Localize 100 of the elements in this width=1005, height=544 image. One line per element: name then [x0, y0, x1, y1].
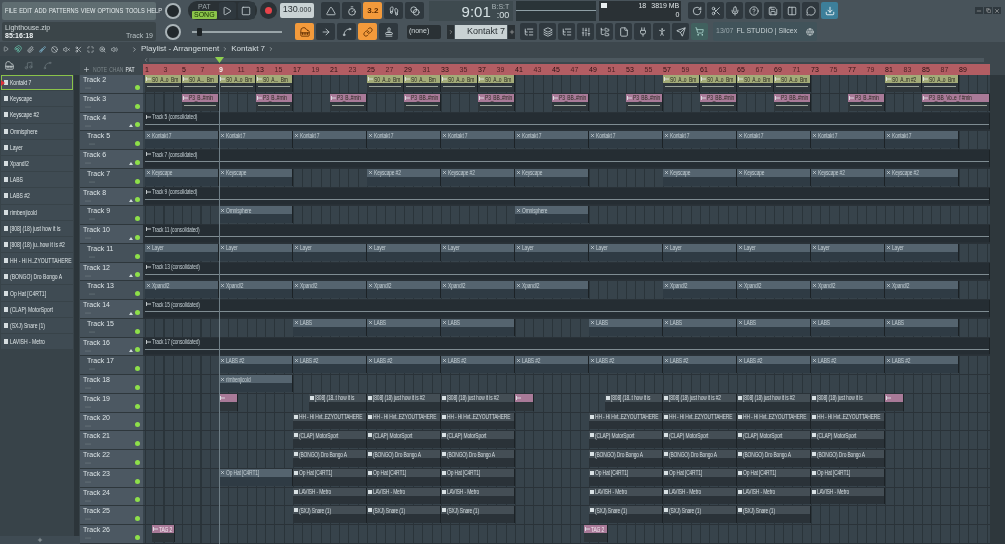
channel-icon: [4, 322, 8, 328]
track-led[interactable]: [135, 103, 140, 109]
list-button[interactable]: [558, 23, 575, 40]
help-button[interactable]: [745, 2, 763, 19]
track-led[interactable]: [135, 328, 140, 334]
metronome-toggle[interactable]: [321, 2, 341, 19]
blend-toggle[interactable]: [405, 2, 425, 19]
track-led[interactable]: [135, 197, 140, 203]
group-triangle-icon[interactable]: [129, 236, 133, 240]
group-triangle-icon[interactable]: [129, 199, 133, 203]
stamp-icon: [383, 26, 394, 37]
mixer-button[interactable]: [577, 23, 594, 40]
channel-icon: [590, 489, 594, 494]
track-led[interactable]: [135, 384, 140, 390]
piano-icon[interactable]: [5, 61, 14, 70]
track-led[interactable]: [135, 516, 140, 521]
mute-icon[interactable]: [63, 45, 70, 53]
track-led[interactable]: [135, 253, 140, 259]
plug-button[interactable]: [634, 23, 651, 40]
caret-icon: [222, 46, 229, 52]
magnet-icon[interactable]: [14, 45, 22, 53]
vertical-scrollbar[interactable]: [990, 75, 1005, 544]
track-led[interactable]: [135, 122, 140, 128]
add-track-icon[interactable]: [83, 66, 90, 73]
file-button[interactable]: [615, 23, 632, 40]
arrow-toggle[interactable]: [316, 23, 335, 40]
knob[interactable]: [165, 2, 181, 19]
download-button[interactable]: [821, 2, 839, 19]
channel-icon: [442, 414, 446, 419]
track-led[interactable]: [135, 234, 140, 240]
microphone-button[interactable]: [726, 2, 744, 19]
countdown-toggle[interactable]: 3.2: [363, 2, 383, 19]
cross-icon: [738, 320, 743, 326]
curve-icon: [341, 26, 352, 37]
layers-button[interactable]: [539, 23, 556, 40]
send-button[interactable]: [672, 23, 689, 40]
cross-icon: [664, 357, 669, 363]
track-led[interactable]: [135, 422, 140, 428]
folder-tree-button[interactable]: [596, 23, 613, 40]
track-led[interactable]: [135, 478, 140, 484]
knob[interactable]: [165, 23, 181, 40]
play-button[interactable]: [218, 2, 236, 19]
piano-keys-toggle[interactable]: [295, 23, 314, 40]
track-led[interactable]: [135, 534, 140, 540]
shop-button[interactable]: [691, 23, 708, 40]
paperclip-icon[interactable]: [27, 45, 34, 53]
track-led[interactable]: [135, 309, 140, 315]
cross-icon: [220, 282, 225, 288]
stop-button[interactable]: [237, 2, 255, 19]
track-led[interactable]: [135, 459, 140, 465]
cart-icon: [695, 27, 704, 36]
track-led[interactable]: [135, 403, 140, 409]
group-triangle-icon[interactable]: [129, 274, 133, 278]
ban-icon[interactable]: [51, 45, 58, 53]
zoom-icon[interactable]: [99, 45, 106, 53]
group-triangle-icon[interactable]: [129, 311, 133, 315]
track-led[interactable]: [135, 84, 140, 90]
track-led[interactable]: [135, 216, 140, 221]
record-button[interactable]: [259, 2, 277, 19]
add-pattern-button[interactable]: [508, 24, 515, 39]
cross-icon: [368, 282, 373, 288]
cross-icon: [738, 282, 743, 288]
master-pitch-slider[interactable]: [192, 27, 282, 36]
track-led[interactable]: [135, 441, 140, 446]
timer-toggle[interactable]: [342, 2, 362, 19]
cross-icon: [812, 357, 817, 363]
cross-icon: [220, 207, 225, 213]
save-button[interactable]: [764, 2, 782, 19]
track-led[interactable]: [135, 366, 140, 371]
scrollbar[interactable]: [74, 75, 79, 536]
chat-icon: [805, 5, 816, 16]
footprints-toggle[interactable]: [384, 2, 404, 19]
chat-button[interactable]: [802, 2, 820, 19]
track-led[interactable]: [135, 141, 140, 146]
person-button[interactable]: [653, 23, 670, 40]
restore-button[interactable]: [984, 7, 992, 14]
track-led[interactable]: [135, 272, 140, 278]
pattern-selector[interactable]: Kontakt 7: [455, 24, 507, 39]
group-triangle-icon[interactable]: [129, 124, 133, 128]
close-button[interactable]: [993, 7, 1001, 14]
timer-icon: [346, 5, 357, 16]
stamp-toggle[interactable]: [379, 23, 398, 40]
slider-thumb[interactable]: [197, 27, 203, 36]
group-triangle-icon[interactable]: [129, 161, 133, 165]
curve-toggle[interactable]: [337, 23, 356, 40]
microphone-icon: [729, 5, 740, 16]
scissors-button[interactable]: [707, 2, 725, 19]
channel-icon: [812, 433, 816, 438]
track-led[interactable]: [135, 178, 140, 184]
group-triangle-icon[interactable]: [129, 349, 133, 353]
cross-icon: [146, 245, 151, 251]
scissors-icon[interactable]: [75, 45, 82, 53]
speaker-icon[interactable]: [111, 45, 118, 53]
link-toggle[interactable]: [358, 23, 377, 40]
brush-icon[interactable]: [39, 45, 46, 53]
track-led[interactable]: [135, 159, 140, 165]
track-led[interactable]: [135, 497, 140, 503]
track-led[interactable]: [135, 291, 140, 296]
track-led[interactable]: [135, 347, 140, 353]
play-icon[interactable]: [3, 46, 9, 52]
